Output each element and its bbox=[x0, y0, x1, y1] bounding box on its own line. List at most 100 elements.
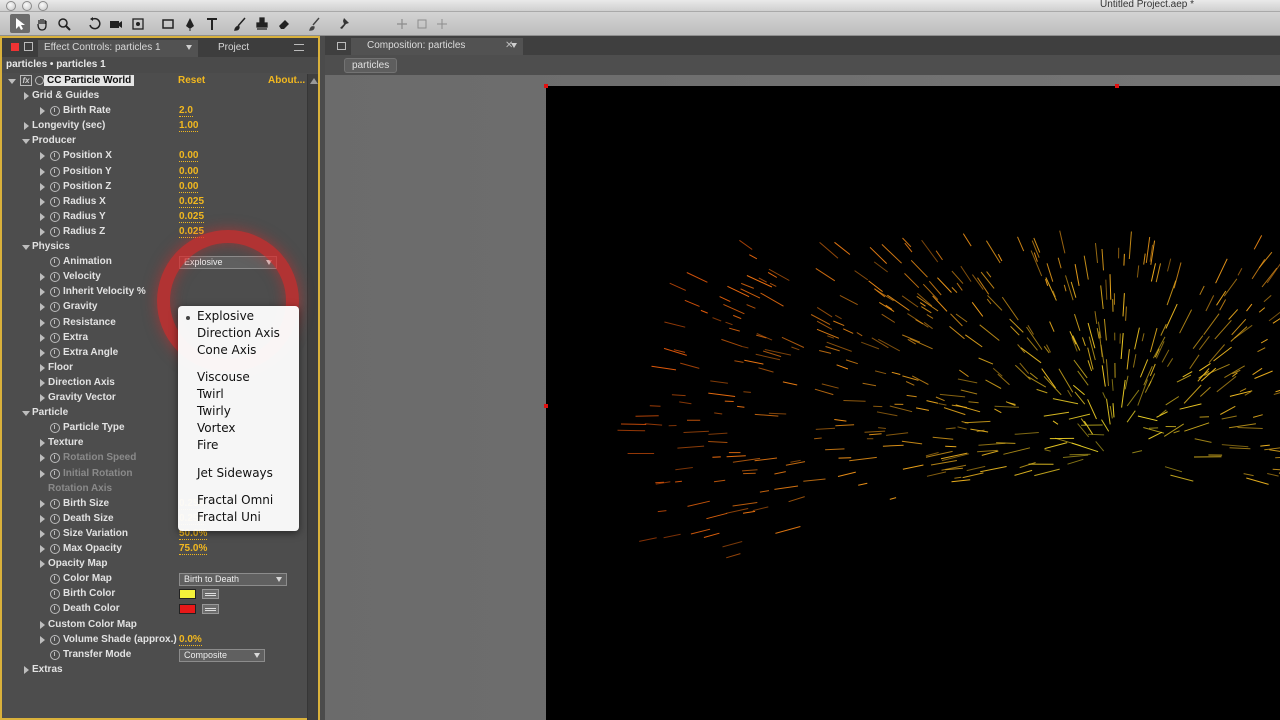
property-row[interactable]: Transfer Mode Composite bbox=[2, 648, 304, 663]
color-swatch[interactable] bbox=[179, 604, 196, 615]
stopwatch-icon[interactable] bbox=[50, 528, 60, 539]
property-row[interactable]: Death Color bbox=[2, 602, 304, 617]
composition-viewer[interactable] bbox=[325, 75, 1280, 720]
property-dropdown[interactable]: Explosive bbox=[179, 256, 277, 270]
layer-handle[interactable] bbox=[544, 84, 548, 88]
stopwatch-icon[interactable] bbox=[50, 181, 60, 192]
property-value[interactable]: 2.0 bbox=[179, 105, 193, 118]
panel-lock-icon[interactable] bbox=[24, 42, 33, 51]
disclosure-triangle-icon[interactable] bbox=[22, 411, 30, 417]
property-row[interactable]: Birth Rate 2.0 bbox=[2, 104, 304, 119]
selection-tool-icon[interactable] bbox=[10, 14, 30, 33]
disclosure-triangle-icon[interactable] bbox=[40, 288, 45, 297]
disclosure-triangle-icon[interactable] bbox=[40, 212, 45, 221]
menu-item[interactable]: Cone Axis bbox=[197, 343, 256, 357]
stopwatch-icon[interactable] bbox=[50, 166, 60, 177]
property-row[interactable]: Color Map Birth to Death bbox=[2, 572, 304, 587]
disclosure-triangle-icon[interactable] bbox=[40, 318, 45, 327]
tab-project[interactable]: Project bbox=[212, 40, 255, 57]
disclosure-triangle-icon[interactable] bbox=[22, 139, 30, 145]
disclosure-triangle-icon[interactable] bbox=[40, 348, 45, 357]
property-row[interactable]: Radius Y 0.025 bbox=[2, 210, 304, 225]
disclosure-triangle-icon[interactable] bbox=[40, 620, 45, 629]
property-row[interactable]: Opacity Map bbox=[2, 557, 304, 572]
puppet-pin-tool-icon[interactable] bbox=[334, 14, 354, 33]
property-row[interactable]: Radius Z 0.025 bbox=[2, 225, 304, 240]
close-window-button[interactable] bbox=[6, 1, 16, 11]
disclosure-triangle-icon[interactable] bbox=[22, 245, 30, 250]
property-row[interactable]: Velocity bbox=[2, 270, 304, 285]
pen-tool-icon[interactable] bbox=[180, 14, 200, 33]
disclosure-triangle-icon[interactable] bbox=[40, 635, 45, 644]
property-row[interactable]: Position Y 0.00 bbox=[2, 165, 304, 180]
disclosure-triangle-icon[interactable] bbox=[40, 454, 45, 463]
stopwatch-icon[interactable] bbox=[50, 498, 60, 509]
stopwatch-icon[interactable] bbox=[50, 544, 60, 554]
stopwatch-icon[interactable] bbox=[50, 257, 60, 268]
disclosure-triangle-icon[interactable] bbox=[40, 197, 45, 206]
disclosure-triangle-icon[interactable] bbox=[40, 378, 45, 387]
effect-settings-icon[interactable] bbox=[35, 76, 44, 85]
disclosure-triangle-icon[interactable] bbox=[40, 273, 45, 282]
property-row[interactable]: Radius X 0.025 bbox=[2, 195, 304, 210]
stopwatch-icon[interactable] bbox=[50, 302, 60, 313]
property-row[interactable]: Volume Shade (approx.) 0.0% bbox=[2, 633, 304, 648]
property-dropdown[interactable]: Birth to Death bbox=[179, 573, 287, 587]
property-row[interactable]: Birth Color bbox=[2, 587, 304, 602]
fx-toggle-icon[interactable]: fx bbox=[20, 75, 32, 86]
property-value[interactable]: 75.0% bbox=[179, 543, 208, 555]
disclosure-triangle-icon[interactable] bbox=[40, 514, 45, 523]
scroll-up-icon[interactable] bbox=[310, 78, 318, 84]
property-row[interactable]: Position X 0.00 bbox=[2, 149, 304, 164]
stopwatch-icon[interactable] bbox=[50, 272, 60, 283]
property-row[interactable]: Producer bbox=[2, 134, 304, 149]
stopwatch-icon[interactable] bbox=[50, 287, 60, 298]
disclosure-triangle-icon[interactable] bbox=[24, 92, 29, 100]
axis-mode-icon[interactable] bbox=[392, 14, 412, 33]
disclosure-triangle-icon[interactable] bbox=[40, 439, 45, 448]
property-value[interactable]: 0.00 bbox=[179, 150, 199, 163]
rotation-tool-icon[interactable] bbox=[84, 14, 104, 33]
disclosure-triangle-icon[interactable] bbox=[40, 152, 45, 161]
stopwatch-icon[interactable] bbox=[50, 453, 60, 464]
property-row[interactable]: Extras bbox=[2, 663, 304, 678]
property-row[interactable]: Inherit Velocity % bbox=[2, 285, 304, 300]
type-tool-icon[interactable] bbox=[202, 14, 222, 33]
stopwatch-icon[interactable] bbox=[50, 211, 60, 222]
layer-handle[interactable] bbox=[1115, 84, 1119, 88]
stopwatch-icon[interactable] bbox=[50, 332, 60, 343]
menu-item[interactable]: Fractal Omni bbox=[197, 493, 273, 507]
property-row[interactable]: Position Z 0.00 bbox=[2, 180, 304, 195]
menu-item[interactable]: Direction Axis bbox=[197, 326, 280, 340]
reset-button[interactable]: Reset bbox=[178, 75, 205, 86]
property-value[interactable]: 1.00 bbox=[179, 120, 199, 133]
menu-item[interactable]: Fire bbox=[197, 438, 218, 452]
effect-name[interactable]: CC Particle World bbox=[44, 75, 135, 86]
disclosure-triangle-icon[interactable] bbox=[40, 333, 45, 342]
stopwatch-icon[interactable] bbox=[50, 423, 60, 434]
disclosure-triangle-icon[interactable] bbox=[40, 167, 45, 176]
property-value[interactable]: 0.00 bbox=[179, 166, 199, 178]
property-dropdown[interactable]: Composite bbox=[179, 648, 265, 662]
effect-header-row[interactable]: fx CC Particle World Reset About... bbox=[2, 74, 305, 89]
zoom-window-button[interactable] bbox=[38, 1, 48, 11]
stopwatch-icon[interactable] bbox=[50, 634, 60, 645]
disclosure-triangle-icon[interactable] bbox=[40, 469, 45, 478]
disclosure-triangle-icon[interactable] bbox=[8, 79, 16, 84]
disclosure-triangle-icon[interactable] bbox=[40, 545, 45, 553]
property-value[interactable]: 0.025 bbox=[179, 211, 205, 223]
world-axis-icon[interactable] bbox=[412, 14, 432, 33]
stopwatch-icon[interactable] bbox=[50, 649, 60, 660]
hand-tool-icon[interactable] bbox=[32, 14, 52, 33]
stopwatch-icon[interactable] bbox=[50, 574, 60, 585]
close-tab-icon[interactable]: ✕ bbox=[505, 40, 513, 51]
menu-item[interactable]: Explosive bbox=[197, 309, 254, 323]
panel-menu-icon[interactable] bbox=[294, 44, 304, 51]
comp-breadcrumb-chip[interactable]: particles bbox=[344, 58, 398, 73]
camera-tool-icon[interactable] bbox=[106, 14, 126, 33]
property-row[interactable]: Custom Color Map bbox=[2, 618, 304, 633]
disclosure-triangle-icon[interactable] bbox=[40, 529, 45, 538]
disclosure-triangle-icon[interactable] bbox=[40, 394, 45, 402]
minimize-window-button[interactable] bbox=[22, 1, 32, 11]
disclosure-triangle-icon[interactable] bbox=[40, 560, 45, 569]
